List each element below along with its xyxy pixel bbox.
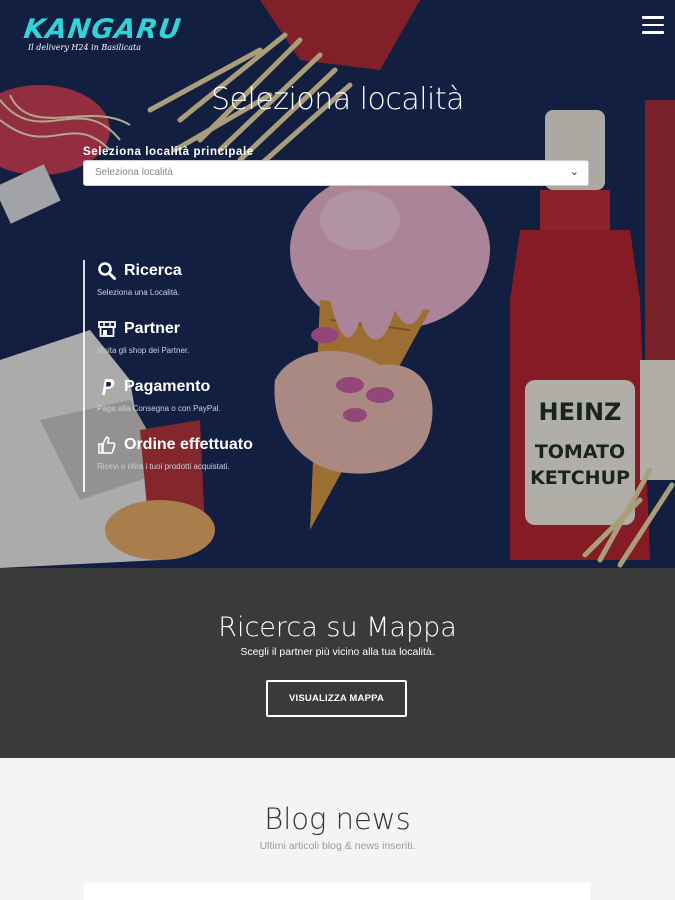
blog-section-subtitle: Ultimi articoli blog & news inseriti. [259,840,416,852]
step-item-ricerca: Ricerca Seleziona una Località. [83,260,253,318]
chevron-down-icon: ⌄ [569,166,579,178]
map-section-subtitle: Scegli il partner più vicino alla tua lo… [240,646,435,658]
hero-section: HEINZ TOMATO KETCHUP KANGARU Il delivery… [0,0,675,568]
blog-section-title: Blog news [264,802,411,836]
step-title: Ordine effettuato [124,436,253,453]
location-label: Seleziona località principale [83,146,254,158]
map-section: Ricerca su Mappa Scegli il partner più v… [0,568,675,758]
step-item-partner: Partner Visita gli shop dei Partner. [83,318,253,376]
brand-name: KANGARU [21,14,184,45]
step-description: Seleziona una Località. [97,288,180,297]
hamburger-menu-icon[interactable] [642,16,664,34]
page-title: Seleziona località [210,82,465,117]
blog-card[interactable] [84,883,590,900]
blog-section: Blog news Ultimi articoli blog & news in… [0,758,675,900]
search-icon [98,262,116,280]
step-description: Paga alla Consegna o con PayPal. [97,404,221,413]
step-title: Ricerca [124,262,182,279]
location-select[interactable]: Seleziona località ⌄ [83,160,589,186]
view-map-button[interactable]: VISUALIZZA MAPPA [266,680,407,717]
brand-logo[interactable]: KANGARU Il delivery H24 in Basilicata [21,14,184,52]
step-item-pagamento: Pagamento Paga alla Consegna o con PayPa… [83,376,253,434]
shop-icon [98,321,116,337]
paypal-icon [102,379,115,395]
step-description: Ricevi o ritira i tuoi prodotti acquista… [97,462,230,471]
thumbs-up-icon [98,436,116,454]
step-description: Visita gli shop dei Partner. [97,346,190,355]
step-item-ordine: Ordine effettuato Ricevi o ritira i tuoi… [83,434,253,492]
step-title: Partner [124,320,181,337]
map-section-title: Ricerca su Mappa [218,612,457,643]
step-title: Pagamento [124,378,211,395]
location-select-placeholder: Seleziona località [95,167,173,178]
steps-list: Ricerca Seleziona una Località. Partner … [83,260,253,492]
